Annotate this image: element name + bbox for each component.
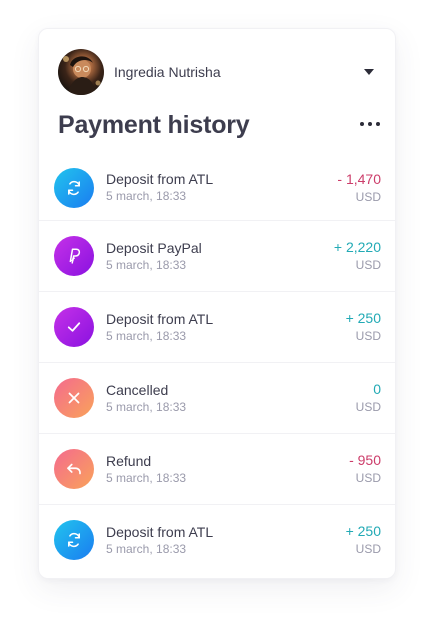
transaction-row[interactable]: Deposit from ATL 5 march, 18:33 - 1,470 … bbox=[39, 155, 395, 220]
transaction-label: Deposit from ATL bbox=[106, 523, 214, 540]
payment-history-card: Ingredia Nutrisha Payment history Deposi… bbox=[38, 28, 396, 579]
transaction-label: Cancelled bbox=[106, 381, 169, 398]
avatar-image bbox=[63, 56, 101, 95]
transaction-amount: 0 bbox=[373, 381, 381, 397]
profile-name: Ingredia Nutrisha bbox=[114, 64, 221, 80]
reply-icon bbox=[54, 449, 94, 489]
transaction-label: Refund bbox=[106, 452, 152, 469]
transaction-amount: + 2,220 bbox=[333, 239, 381, 255]
transaction-currency: USD bbox=[355, 400, 381, 414]
transaction-date: 5 march, 18:33 bbox=[106, 189, 187, 203]
transaction-amount: - 1,470 bbox=[337, 170, 381, 187]
paypal-icon bbox=[54, 236, 94, 276]
page-title: Payment history bbox=[58, 111, 250, 139]
refresh-icon bbox=[54, 167, 94, 208]
transaction-date: 5 march, 18:33 bbox=[106, 399, 187, 414]
transaction-row[interactable]: Deposit PayPal 5 march, 18:33 + 2,220 US… bbox=[39, 220, 395, 291]
transaction-label: Deposit from ATL bbox=[106, 171, 214, 187]
chevron-down-icon[interactable] bbox=[364, 69, 374, 75]
transaction-currency: USD bbox=[355, 542, 381, 556]
avatar[interactable] bbox=[58, 49, 104, 95]
transaction-date: 5 march, 18:33 bbox=[106, 541, 187, 556]
transaction-label: Deposit PayPal bbox=[106, 239, 202, 256]
profile-header[interactable]: Ingredia Nutrisha bbox=[58, 49, 378, 95]
transaction-date: 5 march, 18:33 bbox=[106, 257, 187, 272]
check-icon bbox=[54, 307, 94, 347]
transaction-row[interactable]: Cancelled 5 march, 18:33 0 USD bbox=[39, 362, 395, 433]
transaction-list: Deposit from ATL 5 march, 18:33 - 1,470 … bbox=[39, 155, 395, 575]
transaction-amount: + 250 bbox=[345, 310, 381, 326]
transaction-currency: USD bbox=[355, 329, 381, 343]
transaction-currency: USD bbox=[355, 471, 381, 485]
transaction-row[interactable]: Deposit from ATL 5 march, 18:33 + 250 US… bbox=[39, 504, 395, 575]
refresh-icon bbox=[54, 520, 94, 560]
transaction-currency: USD bbox=[355, 189, 381, 204]
transaction-currency: USD bbox=[355, 258, 381, 272]
transaction-date: 5 march, 18:33 bbox=[106, 470, 187, 485]
transaction-row[interactable]: Refund 5 march, 18:33 - 950 USD bbox=[39, 433, 395, 504]
transaction-label: Deposit from ATL bbox=[106, 310, 214, 327]
transaction-amount: + 250 bbox=[345, 523, 381, 539]
close-icon bbox=[54, 378, 94, 418]
transaction-amount: - 950 bbox=[349, 452, 381, 468]
more-options-icon[interactable] bbox=[360, 121, 380, 127]
transaction-date: 5 march, 18:33 bbox=[106, 328, 187, 343]
transaction-row[interactable]: Deposit from ATL 5 march, 18:33 + 250 US… bbox=[39, 291, 395, 362]
